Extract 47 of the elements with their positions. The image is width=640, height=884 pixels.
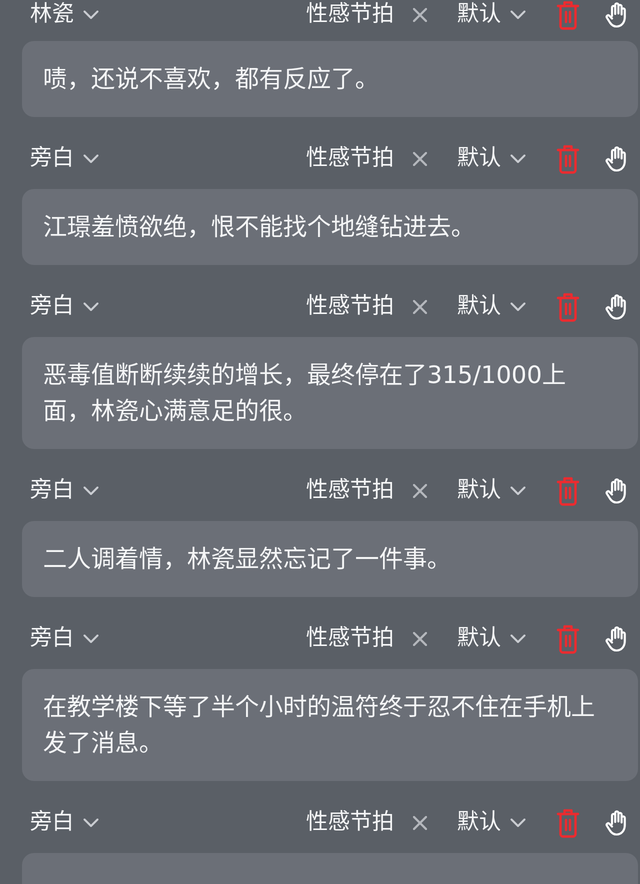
voice-dropdown[interactable]: 默认 xyxy=(457,625,526,653)
chevron-down-icon xyxy=(83,634,99,644)
speaker-dropdown[interactable]: 旁白 xyxy=(30,293,99,321)
hand-icon[interactable] xyxy=(605,810,629,836)
hand-icon[interactable] xyxy=(605,2,629,28)
voice-dropdown[interactable]: 默认 xyxy=(457,809,526,837)
dialogue-text-box[interactable]: 啧，还说不喜欢，都有反应了。 xyxy=(22,41,638,117)
hand-icon[interactable] xyxy=(605,478,629,504)
dialogue-text-box[interactable]: 在教学楼下等了半个小时的温符终于忍不住在手机上发了消息。 xyxy=(22,669,638,781)
chevron-down-icon xyxy=(510,818,526,828)
music-tag: 性感节拍 xyxy=(306,293,394,321)
chevron-down-icon xyxy=(510,634,526,644)
close-icon[interactable] xyxy=(413,152,427,166)
music-tag: 性感节拍 xyxy=(306,1,394,29)
music-tag: 性感节拍 xyxy=(306,809,394,837)
chevron-down-icon xyxy=(510,10,526,20)
chevron-down-icon xyxy=(83,154,99,164)
voice-dropdown[interactable]: 默认 xyxy=(457,145,526,173)
chevron-down-icon xyxy=(83,818,99,828)
chevron-down-icon xyxy=(83,302,99,312)
close-icon[interactable] xyxy=(413,816,427,830)
dialogue-text-box[interactable]: 二人调着情，林瓷显然忘记了一件事。 xyxy=(22,521,638,597)
close-icon[interactable] xyxy=(413,632,427,646)
music-tag: 性感节拍 xyxy=(306,625,394,653)
dialogue-text-box[interactable]: 江璟羞愤欲绝，恨不能找个地缝钻进去。 xyxy=(22,189,638,265)
voice-dropdown[interactable]: 默认 xyxy=(457,477,526,505)
dialogue-text-box[interactable]: 恶毒值断断续续的增长，最终停在了315/1000上面，林瓷心满意足的很。 xyxy=(22,337,638,449)
voice-dropdown[interactable]: 默认 xyxy=(457,1,526,29)
music-tag: 性感节拍 xyxy=(306,477,394,505)
chevron-down-icon xyxy=(83,486,99,496)
speaker-dropdown[interactable]: 旁白 xyxy=(30,625,99,653)
close-icon[interactable] xyxy=(413,8,427,22)
speaker-dropdown[interactable]: 林瓷 xyxy=(30,1,99,29)
chevron-down-icon xyxy=(510,154,526,164)
close-icon[interactable] xyxy=(413,484,427,498)
speaker-dropdown[interactable]: 旁白 xyxy=(30,477,99,505)
voice-dropdown[interactable]: 默认 xyxy=(457,293,526,321)
speaker-dropdown[interactable]: 旁白 xyxy=(30,809,99,837)
speaker-dropdown[interactable]: 旁白 xyxy=(30,145,99,173)
hand-icon[interactable] xyxy=(605,294,629,320)
chevron-down-icon xyxy=(83,10,99,20)
close-icon[interactable] xyxy=(413,300,427,314)
chevron-down-icon xyxy=(510,486,526,496)
hand-icon[interactable] xyxy=(605,146,629,172)
music-tag: 性感节拍 xyxy=(306,145,394,173)
chevron-down-icon xyxy=(510,302,526,312)
hand-icon[interactable] xyxy=(605,626,629,652)
